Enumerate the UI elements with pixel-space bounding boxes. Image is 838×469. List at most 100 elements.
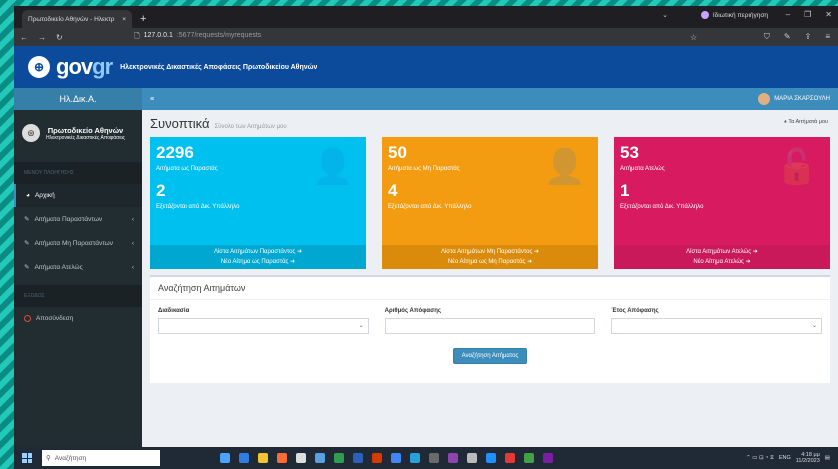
app-icon[interactable] bbox=[524, 453, 534, 463]
taskbar: ⚲ Αναζήτηση ⌃ ▭ ⊡ ◔ ⧖ ENG 4:18 μμ 11/2/2… bbox=[14, 447, 838, 469]
search-icon: ⚲ bbox=[46, 455, 51, 462]
page-header: Συνοπτικά Σύνολο των Αιτημάτων μου bbox=[150, 116, 830, 131]
list-link[interactable]: Λίστα Αιτημάτων Ατελώς ➜ bbox=[614, 247, 830, 257]
firefox-icon[interactable] bbox=[277, 453, 287, 463]
court-info: Πρωτοδικείο Αθηνών Ηλεκτρονικές Δικαστικ… bbox=[46, 126, 125, 141]
decision-number-input[interactable] bbox=[384, 318, 596, 334]
chevron-down-icon: ⌄ bbox=[358, 323, 364, 329]
taskbar-search-placeholder: Αναζήτηση bbox=[54, 454, 87, 462]
chevron-down-icon: ⌄ bbox=[811, 323, 818, 329]
stat-pending-label: Εξετάζονται από Δικ. Υπάλληλο bbox=[388, 204, 472, 210]
decision-year-select[interactable]: ⌄ bbox=[611, 318, 823, 334]
task-view-icon[interactable] bbox=[220, 453, 230, 463]
windows-start-icon[interactable] bbox=[22, 453, 32, 463]
sidebar-item-present-requests[interactable]: ✎ Αιτήματα Παραστάντων ‹ bbox=[14, 207, 142, 231]
system-tray: ⌃ ▭ ⊡ ◔ ⧖ ENG 4:18 μμ 11/2/2023 ▤ bbox=[746, 452, 830, 464]
gov-header: ⊕ govgr Ηλεκτρονικές Δικαστικές Αποφάσει… bbox=[14, 46, 838, 88]
edge-icon[interactable] bbox=[239, 453, 249, 463]
list-link[interactable]: Λίστα Αιτημάτων Παραστάντος ➜ bbox=[150, 247, 366, 257]
excel-icon[interactable] bbox=[334, 453, 344, 463]
browser-tab[interactable]: Πρωτοδικείο Αθηνών - Ηλεκτρ × bbox=[22, 10, 132, 28]
settings-icon[interactable] bbox=[467, 453, 477, 463]
app-icon[interactable] bbox=[486, 453, 496, 463]
explorer-icon[interactable] bbox=[258, 453, 268, 463]
search-button[interactable]: Αναζήτηση Αιτήματος bbox=[452, 348, 528, 364]
back-icon[interactable]: ← bbox=[20, 33, 28, 42]
clock-date: 11/2/2023 bbox=[795, 458, 820, 464]
menu-icon[interactable]: ≡ bbox=[825, 32, 830, 42]
sidebar-item-label: Αιτήματα Ατελώς bbox=[34, 263, 83, 271]
logout-icon bbox=[24, 315, 31, 322]
chrome-icon[interactable] bbox=[391, 453, 401, 463]
new-request-link[interactable]: Νέο Αίτημα ως Παραστάς ➜ bbox=[150, 257, 366, 267]
unlock-icon: 🔓 bbox=[775, 148, 818, 186]
user-name: ΜΑΡΙΑ ΣΚΑΡΣΟΥΛΗ bbox=[774, 96, 830, 102]
brand-logo[interactable]: Ηλ.Δικ.Α. bbox=[14, 88, 142, 110]
chevron-left-icon: ‹ bbox=[131, 263, 134, 271]
tab-bar: Πρωτοδικείο Αθηνών - Ηλεκτρ × + ⌄ Ιδιωτι… bbox=[14, 6, 838, 28]
main-layout: ⊛ Πρωτοδικείο Αθηνών Ηλεκτρονικές Δικαστ… bbox=[14, 110, 838, 447]
clock[interactable]: 4:18 μμ 11/2/2023 bbox=[796, 452, 820, 464]
new-request-link[interactable]: Νέο Αίτημα ως Μη Παραστάς ➜ bbox=[382, 257, 598, 267]
sidebar-item-label: Αιτήματα Μη Παραστάντων bbox=[34, 239, 113, 247]
new-tab-button[interactable]: + bbox=[140, 10, 146, 28]
dashboard-icon: ◕ bbox=[26, 192, 30, 199]
shield-icon[interactable]: ⛉ bbox=[764, 32, 770, 42]
share-icon[interactable]: ⇪ bbox=[805, 32, 812, 42]
new-request-link[interactable]: Νέο Αίτημα Ατελώς ➜ bbox=[614, 257, 830, 267]
pdf-icon[interactable] bbox=[505, 453, 515, 463]
language-indicator[interactable]: ENG bbox=[779, 455, 791, 461]
stat-boxes: 2296 Αιτήματα ως Παραστάς 2 Εξετάζονται … bbox=[150, 137, 830, 269]
notification-icon[interactable]: ▤ bbox=[825, 455, 830, 461]
tray-icons[interactable]: ⌃ ▭ ⊡ ◔ ⧖ bbox=[746, 455, 774, 462]
incognito-indicator[interactable]: Ιδιωτική περιήγηση bbox=[700, 11, 768, 19]
incognito-icon bbox=[700, 11, 709, 19]
procedure-label: Διαδικασία bbox=[158, 308, 190, 314]
page-subtitle: Σύνολο των Αιτημάτων μου bbox=[214, 124, 287, 130]
word-icon[interactable] bbox=[353, 453, 363, 463]
app-icon[interactable] bbox=[296, 453, 306, 463]
taskbar-search[interactable]: ⚲ Αναζήτηση bbox=[42, 450, 160, 466]
app-icon[interactable] bbox=[429, 453, 439, 463]
app-title: Ηλεκτρονικές Δικαστικές Αποφάσεις Πρωτοδ… bbox=[120, 63, 318, 71]
app-icon[interactable] bbox=[315, 453, 325, 463]
bookmark-star-icon[interactable]: ☆ bbox=[690, 33, 697, 42]
sidebar-item-label: Αρχική bbox=[34, 192, 55, 199]
sidebar-toggle-icon[interactable]: ≡ bbox=[150, 96, 154, 103]
procedure-select[interactable]: ⌄ bbox=[158, 318, 369, 334]
user-menu[interactable]: ΜΑΡΙΑ ΣΚΑΡΣΟΥΛΗ bbox=[758, 93, 830, 105]
sidebar: ⊛ Πρωτοδικείο Αθηνών Ηλεκτρονικές Δικαστ… bbox=[14, 110, 142, 447]
search-fields: Διαδικασία ⌄ Αριθμός Απόφασης Έτος Απόφα… bbox=[150, 300, 830, 334]
incognito-label: Ιδιωτική περιήγηση bbox=[712, 11, 768, 19]
dashboard-icon: ◕ bbox=[783, 119, 787, 125]
restore-icon[interactable]: ❐ bbox=[804, 10, 811, 19]
menu-header: ΜΕΝΟΥ ΠΛΟΗΓΗΣΗΣ bbox=[14, 162, 142, 184]
reload-icon[interactable]: ↻ bbox=[56, 33, 63, 42]
govgr-logo[interactable]: ⊕ govgr bbox=[28, 54, 113, 80]
procedure-field: Διαδικασία ⌄ bbox=[158, 308, 369, 334]
sidebar-item-logout[interactable]: Αποσύνδεση bbox=[14, 307, 142, 330]
powerpoint-icon[interactable] bbox=[372, 453, 382, 463]
extensions-icon[interactable]: ✎ bbox=[784, 32, 791, 42]
sidebar-item-freeofcharge-requests[interactable]: ✎ Αιτήματα Ατελώς ‹ bbox=[14, 255, 142, 279]
list-link[interactable]: Λίστα Αιτημάτων Μη Παραστάντος ➜ bbox=[382, 247, 598, 257]
tab-close-icon[interactable]: × bbox=[122, 16, 126, 23]
edit-icon: ✎ bbox=[24, 216, 30, 223]
close-window-icon[interactable]: ✕ bbox=[825, 10, 832, 19]
app-icon[interactable] bbox=[543, 453, 553, 463]
breadcrumb[interactable]: ◕ Τα Αιτήματά μου bbox=[784, 119, 828, 125]
sidebar-item-home[interactable]: ◕ Αρχική bbox=[14, 184, 142, 207]
stat-box-present: 2296 Αιτήματα ως Παραστάς 2 Εξετάζονται … bbox=[150, 137, 366, 269]
minimize-icon[interactable]: – bbox=[786, 10, 790, 19]
sidebar-item-nonpresent-requests[interactable]: ✎ Αιτήματα Μη Παραστάντων ‹ bbox=[14, 231, 142, 255]
user-plus-icon: 👤 bbox=[543, 148, 586, 186]
tab-title: Πρωτοδικείο Αθηνών - Ηλεκτρ bbox=[28, 15, 115, 23]
stat-pending-label: Εξετάζονται από Δικ. Υπάλληλο bbox=[620, 204, 704, 210]
app-icon[interactable] bbox=[448, 453, 458, 463]
url-field[interactable]: 🗋 127.0.0.1:5677/requests/myrequests bbox=[134, 32, 261, 43]
forward-icon[interactable]: → bbox=[38, 33, 46, 42]
edit-icon: ✎ bbox=[24, 240, 30, 247]
app-icon[interactable] bbox=[410, 453, 420, 463]
avatar bbox=[758, 93, 771, 105]
tab-search-chevron-icon[interactable]: ⌄ bbox=[662, 11, 668, 19]
